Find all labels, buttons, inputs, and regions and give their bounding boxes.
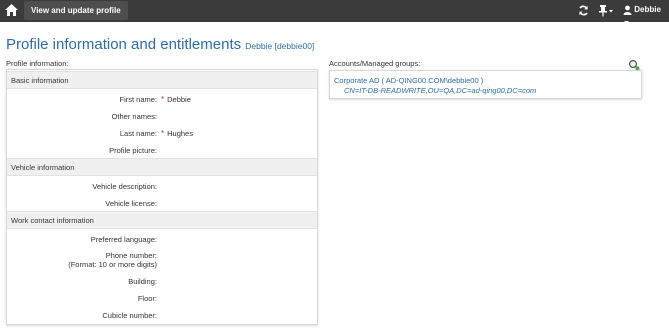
required-marker: * bbox=[161, 129, 165, 138]
first-name-value-row[interactable]: * Debbie bbox=[161, 95, 191, 104]
user-menu-button[interactable]: Debbie bbox=[623, 4, 669, 24]
cubicle-number-label: Cubicle number: bbox=[102, 311, 157, 320]
caret-down-icon bbox=[624, 20, 629, 24]
other-names-label: Other names: bbox=[111, 112, 157, 121]
group-basic-information: Basic information bbox=[7, 71, 317, 89]
floor-label: Floor: bbox=[137, 294, 157, 303]
accounts-section-heading: Accounts/Managed groups: bbox=[329, 59, 421, 68]
pin-menu-button[interactable] bbox=[598, 4, 614, 18]
preferred-language-label: Preferred language: bbox=[90, 235, 157, 244]
managed-group-link[interactable]: CN=IT-DB-READWRITE,OU=QA,DC=ad-qing00,DC… bbox=[344, 86, 536, 95]
page-title: Profile information and entitlements Deb… bbox=[6, 36, 314, 53]
profile-panel: Basic information First name: * Debbie Ot… bbox=[6, 69, 318, 325]
building-label: Building: bbox=[128, 277, 157, 286]
accounts-panel: Corporate AD ( AD-QING00.COM\debbie00 ) … bbox=[329, 70, 642, 99]
required-marker: * bbox=[161, 95, 165, 104]
vehicle-description-label: Vehicle description: bbox=[92, 182, 157, 191]
last-name-value-row[interactable]: * Hughes bbox=[161, 129, 193, 138]
account-entry-link[interactable]: Corporate AD ( AD-QING00.COM\debbie00 ) bbox=[334, 76, 483, 85]
last-name-label-text: Last name: bbox=[119, 129, 157, 138]
page-subtitle: Debbie [debbie00] bbox=[245, 41, 315, 51]
last-name-label: Last name: bbox=[7, 129, 157, 138]
top-navigation-bar: View and update profile Debbie bbox=[0, 0, 669, 24]
phone-number-label: Phone number: bbox=[105, 251, 157, 260]
group-work-contact-information: Work contact information bbox=[7, 211, 317, 229]
refresh-button[interactable] bbox=[578, 5, 589, 16]
pin-icon bbox=[599, 5, 613, 17]
user-icon bbox=[623, 5, 632, 15]
first-name-label-text: First name: bbox=[119, 95, 157, 104]
group-vehicle-information: Vehicle information bbox=[7, 158, 317, 176]
phone-number-format-hint: (Format: 10 or more digits) bbox=[68, 260, 157, 269]
home-button[interactable] bbox=[3, 2, 20, 19]
profile-picture-label: Profile picture: bbox=[109, 146, 157, 155]
first-name-label: First name: bbox=[7, 95, 157, 104]
home-icon bbox=[5, 4, 18, 16]
user-name: Debbie bbox=[634, 5, 661, 14]
first-name-value: Debbie bbox=[167, 95, 191, 104]
page-title-text: Profile information and entitlements bbox=[6, 36, 242, 53]
refresh-icon bbox=[579, 5, 588, 16]
last-name-value: Hughes bbox=[167, 129, 193, 138]
profile-section-heading: Profile information: bbox=[6, 59, 69, 68]
vehicle-license-label: Vehicle license: bbox=[105, 199, 157, 208]
tab-view-and-update-profile[interactable]: View and update profile bbox=[24, 1, 128, 20]
